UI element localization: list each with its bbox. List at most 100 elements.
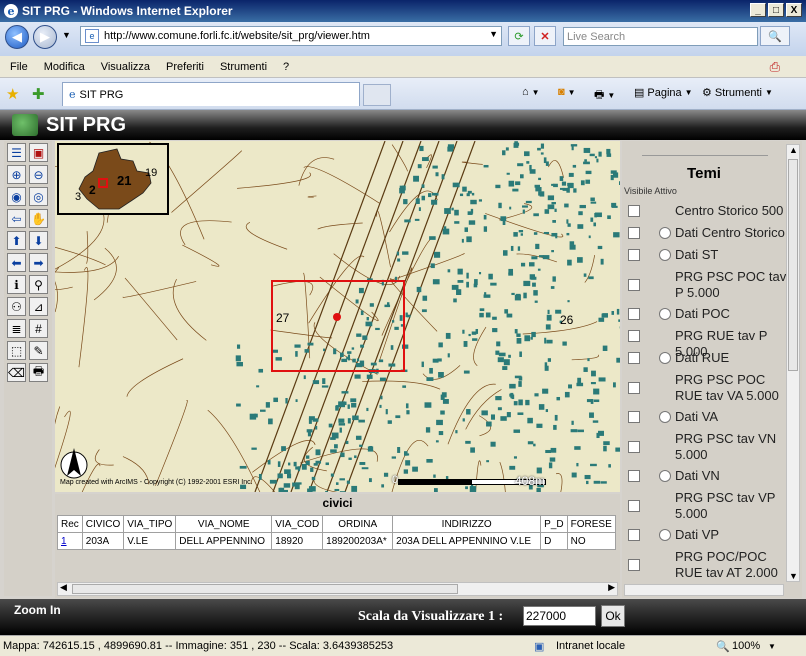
legend-tool-icon[interactable]: ☰	[7, 143, 26, 162]
layer-active-radio[interactable]	[659, 227, 671, 239]
layer-visible-checkbox[interactable]	[628, 411, 640, 423]
add-favorite-icon[interactable]: ✚	[32, 85, 45, 103]
menu-preferiti[interactable]: Preferiti	[166, 61, 204, 73]
layer-active-radio[interactable]	[659, 411, 671, 423]
scroll-thumb[interactable]	[788, 159, 798, 371]
zoom-previous-icon[interactable]: ⇦	[7, 209, 26, 228]
layer-active-radio[interactable]	[659, 249, 671, 261]
url-dropdown-icon[interactable]: ▼	[489, 29, 498, 39]
url-text: http://www.comune.forli.fc.it/website/si…	[104, 30, 370, 42]
layer-visible-checkbox[interactable]	[628, 529, 640, 541]
new-tab-button[interactable]	[363, 84, 391, 106]
query-icon[interactable]: ≣	[7, 319, 26, 338]
print-map-icon[interactable]: 🖶	[29, 363, 48, 382]
forward-button[interactable]: ▶	[33, 25, 57, 49]
table-cell: DELL APPENNINO	[175, 532, 273, 550]
pan-hand-icon[interactable]: ✋	[29, 209, 48, 228]
find-binoculars-icon[interactable]: ⚇	[7, 297, 26, 316]
select-rectangle-icon[interactable]: ⬚	[7, 341, 26, 360]
map-sheet-label: 27	[276, 311, 290, 325]
themes-subtitle: Visibile Attivo	[624, 186, 677, 196]
menu-file[interactable]: File	[10, 61, 28, 73]
close-button[interactable]: X	[786, 3, 802, 17]
theme-layer-row: Dati POC	[628, 306, 786, 324]
scroll-thumb[interactable]	[72, 584, 458, 594]
hyperlink-icon[interactable]: ⚲	[29, 275, 48, 294]
scroll-right-icon[interactable]: ▶	[608, 582, 615, 593]
back-button[interactable]: ◀	[5, 25, 29, 49]
layer-label: PRG PSC POC tav P 5.000	[675, 269, 787, 300]
rss-icon: ◙	[558, 86, 565, 98]
scroll-left-icon[interactable]: ◀	[60, 582, 67, 593]
tab-sit-prg[interactable]: e SIT PRG	[62, 82, 360, 106]
clear-selection-icon[interactable]: ⌫	[7, 363, 26, 382]
layer-visible-checkbox[interactable]	[628, 279, 640, 291]
theme-layer-row: PRG PSC POC tav P 5.000	[628, 269, 786, 303]
layer-active-radio[interactable]	[659, 470, 671, 482]
strumenti-menu[interactable]: ⚙ Strumenti ▼	[702, 86, 773, 100]
scroll-down-icon[interactable]: ▼	[789, 571, 798, 581]
zoom-active-icon[interactable]: ◎	[29, 187, 48, 206]
pan-south-icon[interactable]: ⬇	[29, 231, 48, 250]
refresh-button[interactable]: ⟳	[508, 26, 530, 46]
zoom-out-icon[interactable]: ⊖	[29, 165, 48, 184]
layer-visible-checkbox[interactable]	[628, 227, 640, 239]
layer-active-radio[interactable]	[659, 529, 671, 541]
rec-link[interactable]: 1	[57, 532, 83, 550]
pagina-menu[interactable]: ▤ Pagina ▼	[634, 86, 693, 100]
layer-visible-checkbox[interactable]	[628, 559, 640, 571]
menu-modifica[interactable]: Modifica	[44, 61, 85, 73]
overview-map[interactable]: 21 19 2 3	[57, 143, 169, 215]
themes-horizontal-scrollbar[interactable]	[624, 584, 784, 596]
identify-icon[interactable]: ℹ	[7, 275, 26, 294]
menu-visualizza[interactable]: Visualizza	[101, 61, 150, 73]
menu-strumenti[interactable]: Strumenti	[220, 61, 267, 73]
themes-vertical-scrollbar[interactable]: ▲ ▼	[786, 144, 800, 582]
layer-visible-checkbox[interactable]	[628, 205, 640, 217]
print-button[interactable]: 🖶 ▼	[594, 86, 615, 105]
select-line-icon[interactable]: ✎	[29, 341, 48, 360]
layer-visible-checkbox[interactable]	[628, 330, 640, 342]
layer-visible-checkbox[interactable]	[628, 441, 640, 453]
zoom-full-icon[interactable]: ◉	[7, 187, 26, 206]
layer-label: PRG PSC tav VP 5.000	[675, 490, 776, 521]
toolbar-options-icon[interactable]: ⎙	[770, 59, 780, 75]
search-input[interactable]: Live Search	[563, 27, 758, 46]
map-view[interactable]: 21 19 2 3 27 26 Map created with ArcIMS …	[55, 141, 620, 492]
layers-tool-icon[interactable]: ▣	[29, 143, 48, 162]
zoom-in-icon[interactable]: ⊕	[7, 165, 26, 184]
scale-input[interactable]	[523, 606, 596, 626]
table-horizontal-scrollbar[interactable]: ◀ ▶	[57, 582, 618, 596]
layer-visible-checkbox[interactable]	[628, 382, 640, 394]
url-field[interactable]: e http://www.comune.forli.fc.it/website/…	[80, 26, 502, 46]
zoom-dropdown-icon[interactable]: ▼	[768, 642, 776, 651]
layer-visible-checkbox[interactable]	[628, 470, 640, 482]
ok-button[interactable]: Ok	[601, 605, 625, 627]
history-dropdown-icon[interactable]: ▼	[62, 30, 71, 40]
pan-west-icon[interactable]: ⬅	[7, 253, 26, 272]
layer-visible-checkbox[interactable]	[628, 308, 640, 320]
stop-button[interactable]: ✕	[534, 26, 556, 46]
search-button[interactable]: 🔍	[760, 26, 790, 46]
pan-north-icon[interactable]: ⬆	[7, 231, 26, 250]
layer-active-radio[interactable]	[659, 308, 671, 320]
scroll-up-icon[interactable]: ▲	[789, 145, 798, 155]
menu-help[interactable]: ?	[283, 61, 289, 73]
measure-icon[interactable]: ⊿	[29, 297, 48, 316]
pan-east-icon[interactable]: ➡	[29, 253, 48, 272]
layer-active-radio[interactable]	[659, 352, 671, 364]
layer-visible-checkbox[interactable]	[628, 352, 640, 364]
favorites-star-icon[interactable]: ★	[6, 85, 19, 103]
copyright-text: Map created with ArcIMS - Copyright (C) …	[60, 479, 253, 486]
minimize-button[interactable]: _	[750, 3, 766, 17]
feeds-button[interactable]: ◙ ▼	[558, 86, 576, 98]
ie-icon: e	[4, 4, 18, 18]
buffer-icon[interactable]: #	[29, 319, 48, 338]
scale-bar-end: 408m	[515, 474, 546, 488]
selected-address-marker[interactable]	[333, 313, 341, 321]
zoom-level[interactable]: 100%	[732, 640, 760, 652]
layer-visible-checkbox[interactable]	[628, 500, 640, 512]
layer-visible-checkbox[interactable]	[628, 249, 640, 261]
maximize-button[interactable]: □	[768, 3, 784, 17]
home-button[interactable]: ⌂ ▼	[522, 86, 540, 98]
